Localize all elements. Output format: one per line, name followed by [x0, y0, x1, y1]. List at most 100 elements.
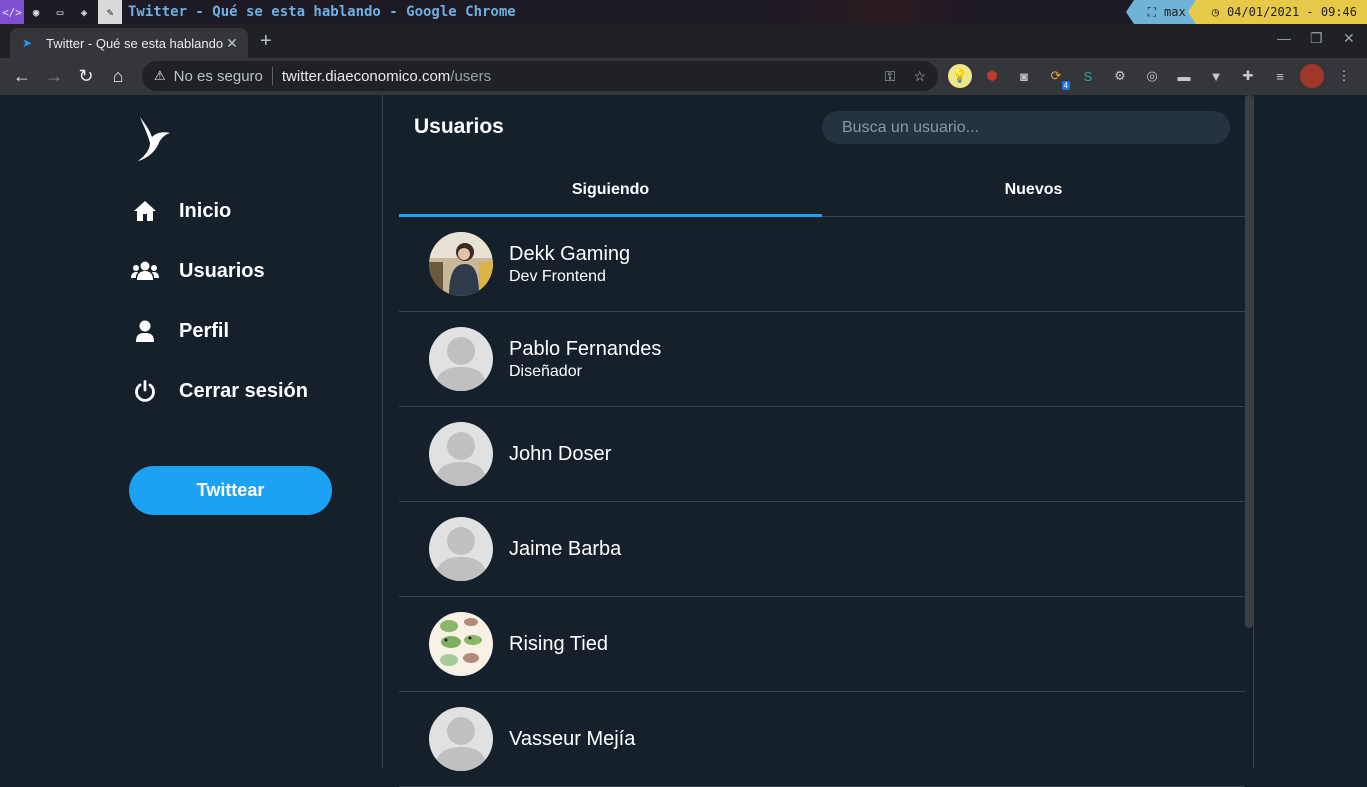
close-window-icon[interactable]: ✕ [1343, 30, 1355, 47]
nav-item-cerrar-sesion[interactable]: Cerrar sesión [130, 371, 308, 411]
url-path[interactable]: /users [450, 68, 491, 85]
page: Inicio Usuarios Perfil Cerrar sesión Twi… [0, 95, 1367, 787]
bookmark-star-icon[interactable]: ☆ [913, 68, 926, 85]
user-search [822, 111, 1230, 144]
reload-icon[interactable]: ↻ [70, 61, 102, 93]
nav-label: Perfil [179, 319, 230, 342]
ublock-icon[interactable]: ⬢ [980, 64, 1004, 88]
nav-item-inicio[interactable]: Inicio [130, 191, 231, 231]
scrollbar[interactable] [1245, 95, 1253, 628]
workspace-layers-icon[interactable]: ◈ [72, 0, 96, 24]
nav-label: Cerrar sesión [179, 379, 308, 402]
url-host[interactable]: twitter.diaeconomico.com [282, 68, 450, 85]
window-title: Twitter - Qué se esta hablando - Google … [128, 4, 516, 20]
nav-label: Usuarios [179, 259, 265, 282]
user-bio: Dev Frontend [509, 267, 606, 285]
power-icon [130, 379, 160, 403]
users-icon [130, 259, 160, 283]
avatar[interactable] [429, 707, 493, 771]
user-bio: Diseñador [509, 362, 582, 380]
new-tab-icon[interactable]: + [260, 30, 272, 53]
avatar[interactable] [429, 232, 493, 296]
user-name: Vasseur Mejía [509, 727, 636, 750]
warning-icon[interactable]: ⚠ [154, 68, 166, 84]
browser-toolbar: ← → ↻ ⌂ ⚠ No es seguro twitter.diaeconom… [0, 58, 1367, 95]
omnibox-divider [271, 67, 273, 85]
list-item[interactable]: Dekk Gaming Dev Frontend [399, 217, 1245, 312]
search-input[interactable] [842, 118, 1210, 137]
target-extension-icon[interactable]: ◎ [1140, 64, 1164, 88]
workspace-editor-icon[interactable]: ✎ [98, 0, 122, 24]
puzzle-extensions-icon[interactable]: ✚ [1236, 64, 1260, 88]
vue-extension-icon[interactable]: ▼ [1204, 64, 1228, 88]
user-tabs: Siguiendo Nuevos [399, 163, 1245, 217]
user-name: Dekk Gaming [509, 242, 631, 265]
extension-badge-icon[interactable]: ⟳ 4 [1044, 64, 1070, 90]
user-name: Pablo Fernandes [509, 337, 662, 360]
camera-extension-icon[interactable]: ◙ [1012, 64, 1036, 88]
s-extension-icon[interactable]: S [1076, 64, 1100, 88]
main-content: Usuarios Siguiendo Nuevos [384, 95, 1246, 787]
mask-extension-icon[interactable]: ▬ [1172, 64, 1196, 88]
extension-badge-count: 4 [1061, 81, 1070, 90]
tab-strip: ➤ Twitter - Qué se esta hablando ✕ + — ❐… [0, 24, 1367, 58]
home-browser-icon[interactable]: ⌂ [102, 61, 134, 93]
security-label[interactable]: No es seguro [174, 68, 263, 85]
close-tab-icon[interactable]: ✕ [224, 35, 240, 52]
user-name: Jaime Barba [509, 537, 622, 560]
nav-item-usuarios[interactable]: Usuarios [130, 251, 265, 291]
clock: ◷ 04/01/2021 - 09:46 [1187, 0, 1367, 24]
media-queue-icon[interactable]: ≡ [1268, 64, 1292, 88]
tab-title: Twitter - Qué se esta hablando [46, 35, 224, 51]
forward-icon[interactable]: → [38, 61, 70, 93]
list-item[interactable]: Vasseur Mejía [399, 692, 1245, 787]
clock-icon: ◷ [1211, 5, 1219, 19]
user-icon [130, 319, 160, 343]
key-icon[interactable]: ⚿ [885, 68, 896, 85]
user-list: Dekk Gaming Dev Frontend Pablo Fernandes… [399, 217, 1245, 787]
gear-extension-icon[interactable]: ⚙ [1108, 64, 1132, 88]
avatar[interactable] [429, 422, 493, 486]
bulb-extension-icon[interactable]: 💡 [948, 64, 972, 88]
layout-indicator[interactable]: ⛶ max [1125, 0, 1196, 24]
layout-label: max [1164, 5, 1186, 19]
user-info: Rising Tied [509, 633, 608, 656]
workspace-chrome-icon[interactable]: ◉ [24, 0, 48, 24]
extensions-area: 💡 ⬢ ◙ ⟳ 4 S ⚙ ◎ ▬ ▼ ✚ ≡ ⋮ [948, 64, 1356, 90]
menu-kebab-icon[interactable]: ⋮ [1332, 64, 1356, 88]
user-info: John Doser [509, 443, 611, 466]
tab-siguiendo[interactable]: Siguiendo [399, 163, 822, 217]
tab-nuevos[interactable]: Nuevos [822, 163, 1245, 216]
profile-avatar[interactable] [1300, 64, 1324, 88]
nav-item-perfil[interactable]: Perfil [130, 311, 229, 351]
bird-logo-icon[interactable] [136, 115, 172, 163]
os-top-bar: </> ◉ ▭ ◈ ✎ Twitter - Qué se esta hablan… [0, 0, 1367, 24]
restore-icon[interactable]: ❐ [1310, 30, 1323, 47]
nav-label: Inicio [179, 199, 232, 222]
fullscreen-icon: ⛶ [1147, 4, 1157, 19]
avatar[interactable] [429, 327, 493, 391]
user-name: Rising Tied [509, 632, 608, 655]
page-title: Usuarios [414, 115, 504, 138]
user-name: John Doser [509, 442, 612, 465]
twitter-favicon-icon: ➤ [22, 36, 33, 50]
app-container: Inicio Usuarios Perfil Cerrar sesión Twi… [0, 95, 1254, 787]
avatar[interactable] [429, 517, 493, 581]
home-icon [130, 199, 160, 223]
workspace-terminal-icon[interactable]: ▭ [48, 0, 72, 24]
list-item[interactable]: Pablo Fernandes Diseñador [399, 312, 1245, 407]
browser-tab[interactable]: ➤ Twitter - Qué se esta hablando ✕ [10, 28, 248, 58]
minimize-icon[interactable]: — [1277, 30, 1291, 46]
address-bar[interactable]: ⚠ No es seguro twitter.diaeconomico.com … [142, 61, 938, 91]
user-info: Pablo Fernandes Diseñador [509, 338, 661, 381]
workspace-code-icon[interactable]: </> [0, 0, 24, 24]
back-icon[interactable]: ← [6, 61, 38, 93]
list-item[interactable]: Rising Tied [399, 597, 1245, 692]
clock-text: 04/01/2021 - 09:46 [1226, 5, 1357, 19]
list-item[interactable]: John Doser [399, 407, 1245, 502]
bar-spacer [515, 0, 1134, 24]
tweet-button[interactable]: Twittear [129, 466, 332, 515]
list-item[interactable]: Jaime Barba [399, 502, 1245, 597]
user-info: Jaime Barba [509, 538, 621, 561]
avatar[interactable] [429, 612, 493, 676]
